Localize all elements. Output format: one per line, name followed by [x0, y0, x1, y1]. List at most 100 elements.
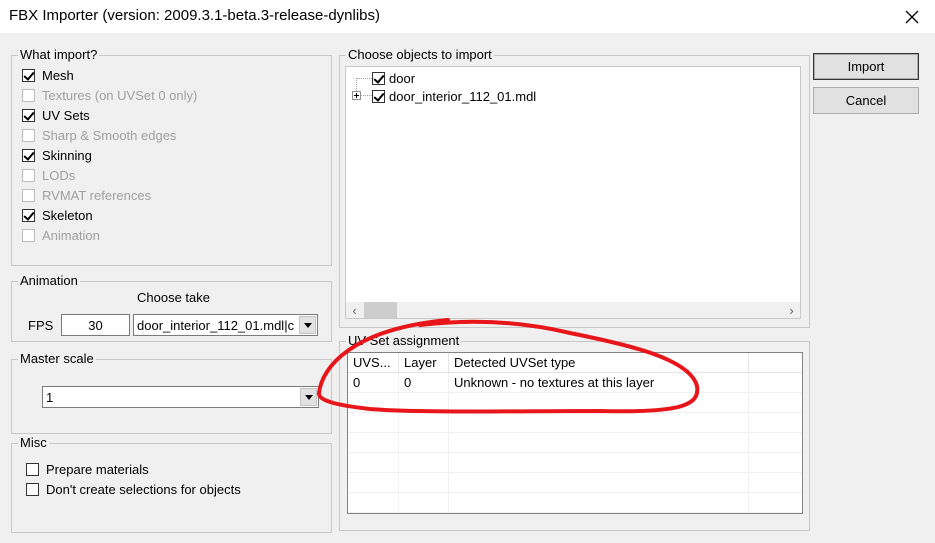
table-row[interactable]	[348, 473, 802, 493]
table-row[interactable]	[348, 493, 802, 513]
checkbox[interactable]	[26, 462, 39, 476]
checkbox-label: Don't create selections for objects	[46, 481, 241, 497]
table-cell	[749, 493, 802, 513]
checkbox[interactable]	[22, 108, 35, 122]
close-button[interactable]	[889, 0, 935, 33]
checkbox[interactable]	[22, 148, 35, 162]
checkbox	[22, 88, 35, 102]
table-cell	[449, 433, 749, 453]
checkbox[interactable]	[22, 68, 35, 82]
import-button[interactable]: Import	[813, 53, 919, 80]
table-cell: 0	[399, 373, 449, 393]
master-scale-value: 1	[46, 389, 54, 405]
tree-item-door[interactable]: door	[372, 69, 415, 87]
checkbox-label: UV Sets	[42, 107, 90, 123]
table-cell	[399, 433, 449, 453]
what-import-option: Animation	[22, 226, 100, 244]
table-cell	[399, 493, 449, 513]
fps-label: FPS	[28, 318, 54, 333]
uvset-legend: UV Set assignment	[348, 333, 460, 348]
column-header-extra[interactable]	[749, 353, 802, 373]
checkbox	[22, 228, 35, 242]
uvset-group: UV Set assignment UVS... Layer Detected …	[339, 334, 810, 531]
checkbox	[22, 188, 35, 202]
animation-group: Animation Choose take FPS 30 door_interi…	[11, 274, 332, 342]
table-row[interactable]	[348, 453, 802, 473]
what-import-group: What import? Mesh Textures (on UVSet 0 on…	[11, 48, 332, 266]
dialog-client-area: What import? Mesh Textures (on UVSet 0 on…	[0, 33, 935, 543]
checkbox	[22, 128, 35, 142]
scroll-right-icon[interactable]: ›	[783, 302, 800, 318]
table-cell	[348, 453, 399, 473]
table-row[interactable]	[348, 413, 802, 433]
misc-option[interactable]: Don't create selections for objects	[26, 480, 241, 498]
fps-input[interactable]: 30	[61, 314, 130, 336]
what-import-option: Textures (on UVSet 0 only)	[22, 86, 197, 104]
uvset-list-header: UVS... Layer Detected UVSet type	[348, 353, 802, 373]
what-import-option[interactable]: UV Sets	[22, 106, 90, 124]
tree-item-label[interactable]: door	[389, 71, 415, 86]
table-cell	[399, 393, 449, 413]
checkbox-label: LODs	[42, 167, 76, 183]
chevron-down-icon[interactable]	[299, 316, 316, 334]
tree-item-door-interior[interactable]: door_interior_112_01.mdl	[372, 87, 536, 105]
cancel-button[interactable]: Cancel	[813, 87, 919, 114]
choose-take-label: Choose take	[137, 290, 210, 305]
take-select[interactable]: door_interior_112_01.mdl|c	[133, 314, 318, 336]
what-import-option[interactable]: Skinning	[22, 146, 92, 164]
tree-item-checkbox[interactable]	[372, 89, 385, 103]
table-cell	[449, 473, 749, 493]
table-cell	[449, 413, 749, 433]
what-import-option[interactable]: Mesh	[22, 66, 74, 84]
master-scale-select[interactable]: 1	[42, 386, 319, 408]
tree-item-checkbox[interactable]	[372, 71, 385, 85]
table-cell	[348, 493, 399, 513]
expand-icon[interactable]	[352, 91, 361, 100]
table-cell	[348, 393, 399, 413]
table-cell	[399, 413, 449, 433]
table-cell	[749, 453, 802, 473]
what-import-option[interactable]: Skeleton	[22, 206, 93, 224]
checkbox-label: Animation	[42, 227, 100, 243]
checkbox-label: Mesh	[42, 67, 74, 83]
choose-objects-legend: Choose objects to import	[348, 47, 492, 62]
choose-objects-group: Choose objects to import door door_inter…	[339, 48, 810, 328]
title-bar: FBX Importer (version: 2009.3.1-beta.3-r…	[0, 0, 935, 33]
master-scale-legend: Master scale	[20, 351, 94, 366]
table-cell	[348, 413, 399, 433]
table-row[interactable]: 0 0 Unknown - no textures at this layer	[348, 373, 802, 393]
table-cell	[399, 453, 449, 473]
tree-item-label[interactable]: door_interior_112_01.mdl	[389, 89, 536, 104]
what-import-option: RVMAT references	[22, 186, 151, 204]
table-cell	[449, 393, 749, 413]
table-cell	[749, 433, 802, 453]
scrollbar-thumb[interactable]	[364, 302, 397, 318]
table-cell	[749, 473, 802, 493]
objects-tree[interactable]: door door_interior_112_01.mdl ‹ ›	[345, 66, 801, 319]
table-row[interactable]	[348, 393, 802, 413]
table-cell: 0	[348, 373, 399, 393]
checkbox-label: Prepare materials	[46, 461, 149, 477]
table-cell	[399, 473, 449, 493]
take-select-value: door_interior_112_01.mdl|c	[137, 317, 295, 333]
table-row[interactable]	[348, 433, 802, 453]
checkbox-label: Textures (on UVSet 0 only)	[42, 87, 198, 103]
window-title: FBX Importer (version: 2009.3.1-beta.3-r…	[9, 7, 381, 24]
checkbox-label: RVMAT references	[42, 187, 152, 203]
checkbox[interactable]	[22, 208, 35, 222]
table-cell	[348, 433, 399, 453]
column-header-type[interactable]: Detected UVSet type	[449, 353, 749, 373]
misc-option[interactable]: Prepare materials	[26, 460, 149, 478]
fps-value: 30	[88, 317, 103, 333]
uvset-list[interactable]: UVS... Layer Detected UVSet type 0 0 Unkno…	[347, 352, 803, 514]
what-import-legend: What import?	[20, 47, 98, 62]
scroll-left-icon[interactable]: ‹	[346, 302, 363, 318]
column-header-uvset[interactable]: UVS...	[348, 353, 399, 373]
table-cell: Unknown - no textures at this layer	[449, 373, 749, 393]
misc-legend: Misc	[20, 435, 47, 450]
checkbox[interactable]	[26, 482, 39, 496]
animation-legend: Animation	[20, 273, 78, 288]
column-header-layer[interactable]: Layer	[399, 353, 449, 373]
horizontal-scrollbar[interactable]: ‹ ›	[346, 302, 800, 318]
chevron-down-icon[interactable]	[300, 388, 317, 406]
